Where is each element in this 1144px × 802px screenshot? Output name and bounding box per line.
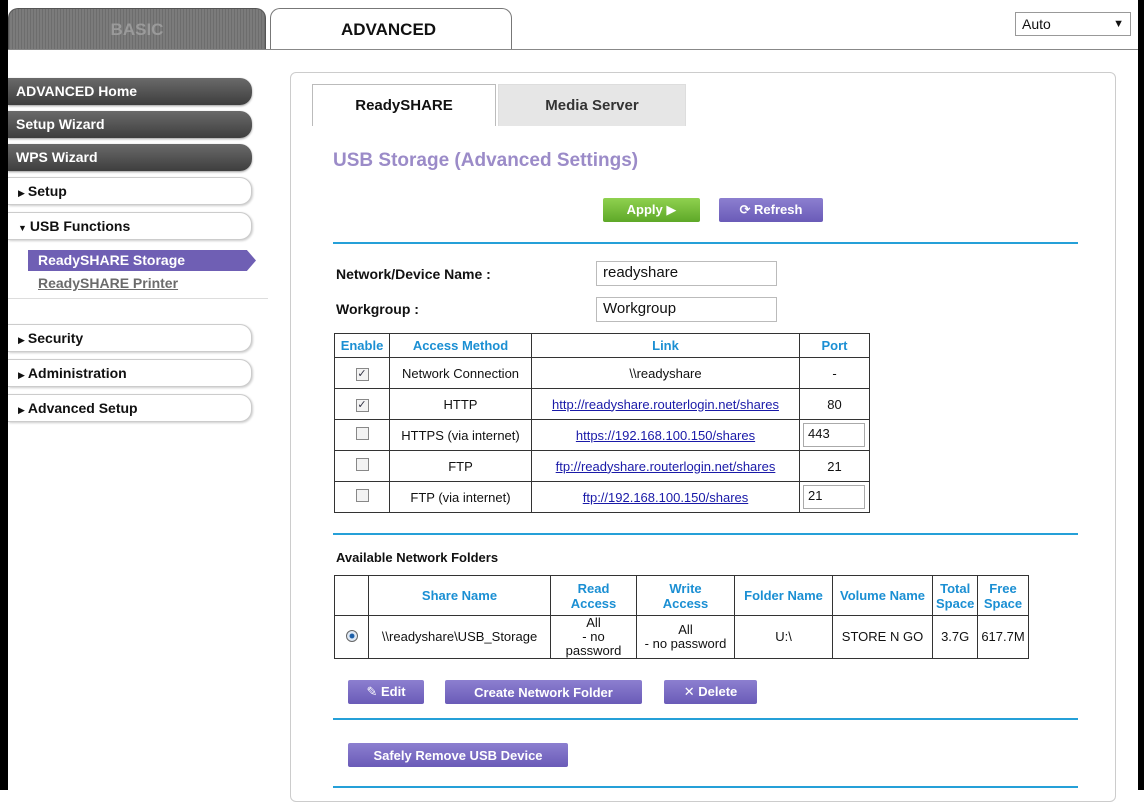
network-folders-table: Share Name Read Access Write Access Folder… [334,575,1029,659]
tab-basic[interactable]: BASIC [8,8,266,50]
refresh-button[interactable]: ⟳ Refresh [719,198,823,222]
folder-name: U:\ [734,615,833,659]
section-divider [333,786,1078,788]
access-method: Network Connection [389,357,532,389]
column-header-write-access: Write Access [636,575,735,616]
column-header-volume-name: Volume Name [832,575,933,616]
port-field[interactable]: 443 [803,423,865,447]
network-folders-title: Available Network Folders [336,550,499,565]
language-select[interactable]: Auto ▼ [1015,12,1131,36]
column-header-total-space: Total Space [931,575,979,616]
table-row: ✓ Network Connection \\readyshare - [334,357,870,389]
column-header-read-access: Read Access [550,575,637,616]
table-header-row: Share Name Read Access Write Access Folder… [334,575,1029,616]
sidebar-item-label: Advanced Setup [27,400,138,416]
sidebar-item-administration[interactable]: ▶ Administration [8,359,252,387]
window-frame-left [0,0,8,790]
column-header-access-method: Access Method [389,333,532,358]
share-link[interactable]: ftp://192.168.100.150/shares [583,490,749,505]
sidebar-item-advanced-home[interactable]: ADVANCED Home [8,78,252,105]
edit-button[interactable]: ✎ Edit [348,680,424,704]
column-header-share-name: Share Name [368,575,551,616]
sidebar-item-label: Administration [27,365,127,381]
column-header-port: Port [799,333,870,358]
section-divider [333,242,1078,244]
triangle-right-icon: ▶ [18,370,25,380]
section-divider [333,533,1078,535]
sidebar-divider [8,298,268,299]
safely-remove-usb-button[interactable]: Safely Remove USB Device [348,743,568,767]
sidebar-item-security[interactable]: ▶ Security [8,324,252,352]
sidebar-item-setup[interactable]: ▶ Setup [8,177,252,205]
triangle-right-icon: ▶ [18,405,25,415]
apply-button[interactable]: Apply ▶ [603,198,700,222]
enable-checkbox[interactable] [355,489,369,502]
port-value: 21 [799,450,870,482]
enable-checkbox[interactable]: ✓ [355,368,369,381]
sidebar-item-label: Security [27,330,84,346]
page-title: USB Storage (Advanced Settings) [333,150,639,171]
column-header-select [334,575,369,616]
tab-readyshare[interactable]: ReadySHARE [312,84,496,126]
workgroup-label: Workgroup : [336,301,419,317]
table-row: FTP ftp://readyshare.routerlogin.net/sha… [334,450,870,482]
sidebar-item-readyshare-printer[interactable]: ReadySHARE Printer [38,275,178,291]
sidebar-item-setup-wizard[interactable]: Setup Wizard [8,111,252,138]
share-link[interactable]: https://192.168.100.150/shares [576,428,755,443]
table-row: FTP (via internet) ftp://192.168.100.150… [334,481,870,513]
tab-advanced[interactable]: ADVANCED [270,8,512,50]
enable-checkbox[interactable] [355,427,369,440]
access-method: FTP [389,450,532,482]
column-header-link: Link [531,333,800,358]
sidebar-item-label: Setup [27,183,67,199]
folder-select-radio[interactable] [345,629,358,642]
language-select-value: Auto [1022,16,1051,32]
access-method: FTP (via internet) [389,481,532,513]
triangle-right-icon: ▶ [18,335,25,345]
access-method-table: Enable Access Method Link Port ✓ Network… [334,333,870,513]
sidebar-item-label: USB Functions [29,218,131,234]
write-access: All - no password [636,615,735,659]
table-header-row: Enable Access Method Link Port [334,333,870,358]
access-method: HTTP [389,388,532,420]
delete-button[interactable]: ✕ Delete [664,680,757,704]
sidebar-item-wps-wizard[interactable]: WPS Wizard [8,144,252,171]
share-link[interactable]: http://readyshare.routerlogin.net/shares [552,397,779,412]
table-row: \\readyshare\USB_Storage All - no passwor… [334,615,1029,659]
enable-checkbox[interactable] [355,458,369,471]
workgroup-field[interactable]: Workgroup [596,297,777,322]
share-name: \\readyshare\USB_Storage [368,615,551,659]
tab-divider [8,49,1138,50]
port-value: - [799,357,870,389]
triangle-down-icon: ▼ [18,223,27,233]
column-header-free-space: Free Space [977,575,1029,616]
access-method: HTTPS (via internet) [389,419,532,451]
column-header-folder-name: Folder Name [734,575,833,616]
section-divider [333,718,1078,720]
port-field[interactable]: 21 [803,485,865,509]
table-row: ✓ HTTP http://readyshare.routerlogin.net… [334,388,870,420]
free-space: 617.7M [977,615,1029,659]
column-header-enable: Enable [334,333,390,358]
port-value: 80 [799,388,870,420]
chevron-down-icon: ▼ [1113,18,1124,30]
sidebar-item-advanced-setup[interactable]: ▶ Advanced Setup [8,394,252,422]
device-name-field[interactable]: readyshare [596,261,777,286]
sidebar-item-usb-functions[interactable]: ▼ USB Functions [8,212,252,240]
tab-media-server[interactable]: Media Server [498,84,686,126]
share-link: \\readyshare [531,357,800,389]
total-space: 3.7G [931,615,979,659]
triangle-right-icon: ▶ [18,188,25,198]
device-name-label: Network/Device Name : [336,266,491,282]
sidebar-item-readyshare-storage[interactable]: ReadySHARE Storage [28,250,256,271]
table-row: HTTPS (via internet) https://192.168.100… [334,419,870,451]
window-frame-right [1138,0,1144,790]
create-network-folder-button[interactable]: Create Network Folder [445,680,642,704]
share-link[interactable]: ftp://readyshare.routerlogin.net/shares [556,459,776,474]
read-access: All - no password [550,615,637,659]
volume-name: STORE N GO [832,615,933,659]
enable-checkbox[interactable]: ✓ [355,399,369,412]
